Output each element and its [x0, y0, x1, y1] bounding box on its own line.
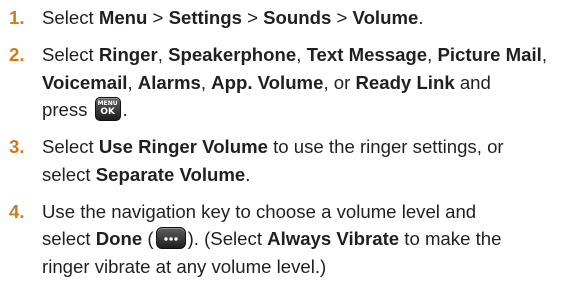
steps-list: 1. Select Menu > Settings > Sounds > Vol… — [0, 4, 567, 290]
bold-term: Always Vibrate — [267, 228, 400, 249]
bold-term: Ready Link — [355, 71, 455, 93]
text-run: . — [245, 163, 251, 185]
text-run: to use the ringer settings, or — [267, 136, 504, 157]
menu-key-label: MENU — [97, 100, 118, 107]
step-text: Select Menu > Settings > Sounds > Volume… — [42, 7, 424, 28]
bold-term: Text Message — [306, 44, 428, 65]
text-run: , — [541, 44, 548, 65]
text-run: , — [127, 71, 138, 93]
text-run: ( — [142, 228, 154, 249]
bold-term: Use Ringer Volume — [98, 136, 268, 157]
step-item: 2. Select Ringer, Speakerphone, Text Mes… — [0, 41, 567, 124]
text-run: . — [418, 7, 424, 28]
bold-term: Alarms — [137, 71, 201, 93]
step-number: 2. — [9, 44, 25, 65]
bold-term: Done — [95, 228, 143, 249]
text-run: , — [200, 71, 212, 93]
bold-term: Settings — [168, 7, 242, 28]
bold-term: Sounds — [263, 7, 332, 28]
bold-term: Menu — [98, 7, 148, 28]
bold-term: App. Volume — [211, 71, 324, 93]
text-run: , — [157, 44, 169, 65]
step-text: Select Ringer, Speakerphone, Text Messag… — [42, 44, 548, 121]
step-item: 1. Select Menu > Settings > Sounds > Vol… — [0, 4, 567, 32]
text-run: , — [296, 44, 307, 65]
bold-term: Ringer — [98, 44, 158, 65]
step-item: 4. Use the navigation key to choose a vo… — [0, 198, 567, 281]
text-run: , or — [323, 71, 356, 93]
text-run: ). (Select — [187, 228, 268, 249]
bold-term: Voicemail — [42, 71, 128, 93]
text-run: ringer vibrate at any volume level.) — [42, 255, 327, 277]
text-run: , — [427, 44, 438, 65]
instruction-page: 1. Select Menu > Settings > Sounds > Vol… — [0, 0, 567, 286]
text-run: . — [122, 99, 128, 120]
text-run: > — [241, 7, 264, 28]
step-text: Select Use Ringer Volume to use the ring… — [42, 136, 504, 185]
text-run: press — [42, 99, 93, 120]
bold-term: Speakerphone — [168, 44, 297, 65]
text-run: and — [454, 71, 491, 93]
step-number: 1. — [9, 7, 25, 28]
text-run: to make the — [399, 228, 502, 249]
text-run: Select — [42, 7, 99, 28]
step-number: 4. — [9, 200, 25, 222]
bold-term: Separate Volume — [95, 163, 246, 185]
bold-term: Volume — [352, 7, 419, 28]
softkey-dots-icon — [155, 227, 186, 249]
step-text: Use the navigation key to choose a volum… — [42, 201, 501, 277]
text-run: > — [147, 7, 169, 28]
text-run: select — [42, 163, 96, 185]
step-item: 3. Select Use Ringer Volume to use the r… — [0, 133, 567, 188]
text-run: select — [42, 228, 96, 249]
text-run: Select — [42, 136, 99, 157]
text-run: Use the navigation key to choose a volum… — [42, 200, 477, 222]
bold-term: Picture Mail — [437, 44, 542, 65]
step-number: 3. — [9, 136, 25, 157]
text-run: Select — [42, 44, 99, 65]
text-run: > — [331, 7, 353, 28]
ok-key-label: OK — [100, 107, 115, 117]
menu-ok-key-icon: MENU OK — [94, 97, 121, 121]
